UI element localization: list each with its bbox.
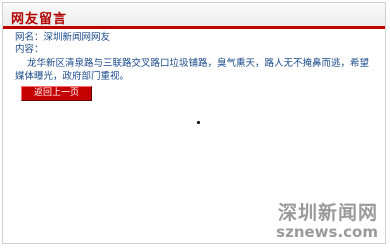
message-body: 龙华新区清泉路与三联路交叉路口垃圾铺路，臭气熏天，路人无不掩鼻而逃，希望媒体曝光…: [15, 58, 370, 82]
bullet-dot: [197, 121, 200, 124]
panel-title: 网友留言: [11, 12, 68, 27]
content-label: 内容：: [15, 44, 44, 55]
name-label: 网名：: [15, 32, 44, 43]
watermark-cn: 深圳新闻网: [277, 202, 378, 224]
watermark-en: sznews.com: [276, 223, 378, 241]
site-watermark: 深圳新闻网 sznews.com: [276, 202, 378, 240]
message-content: 网名：深圳新闻网网友 内容： 龙华新区清泉路与三联路交叉路口垃圾铺路，臭气熏天，…: [15, 32, 377, 101]
name-value: 深圳新闻网网友: [43, 32, 111, 43]
panel-header: 网友留言: [3, 3, 385, 29]
name-row: 网名：深圳新闻网网友: [15, 32, 377, 44]
back-button[interactable]: 返回上一页: [21, 86, 93, 101]
